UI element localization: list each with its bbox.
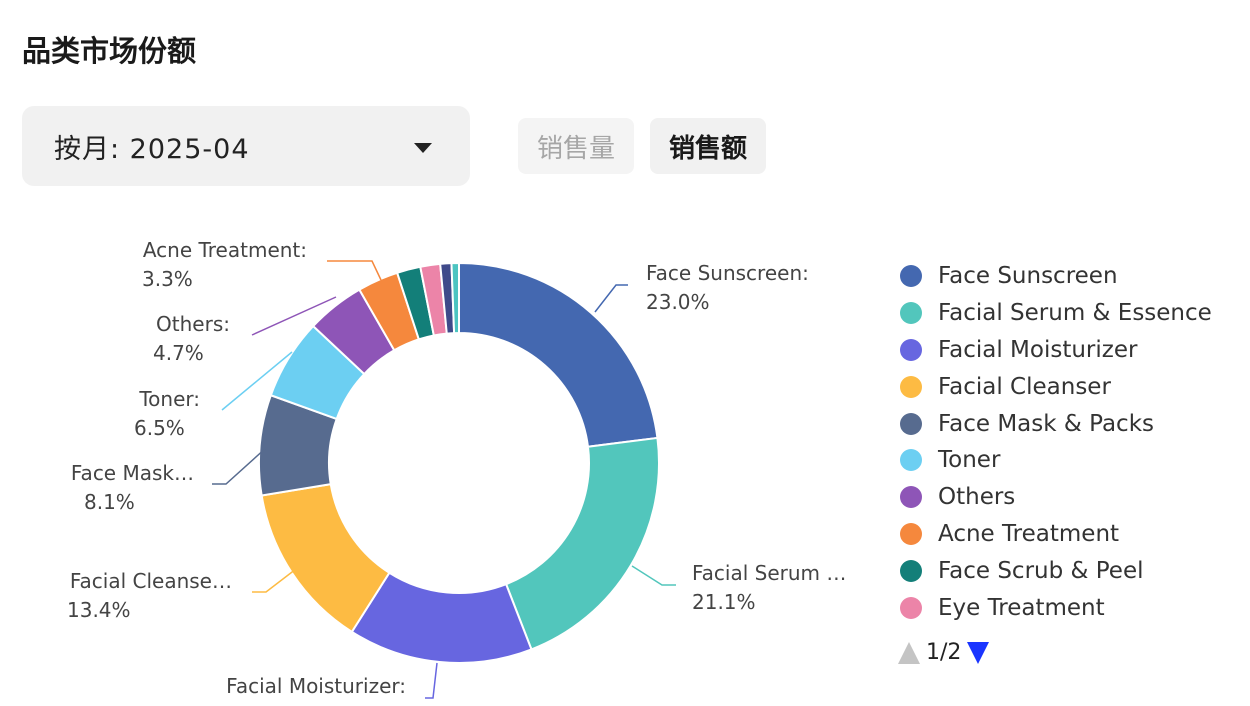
legend-item-facial-serum-and-essence[interactable]: Facial Serum & Essence: [900, 295, 1212, 332]
donut-chart: Face Sunscreen: 23.0% Facial Serum … 21.1% F…: [67, 238, 846, 699]
page-down-icon[interactable]: [967, 641, 990, 664]
legend-item-face-mask-and-packs[interactable]: Face Mask & Packs: [900, 405, 1212, 442]
caret-down-icon: [414, 143, 432, 153]
legend-label: Face Scrub & Peel: [938, 557, 1144, 584]
slice-percent-toner: 6.5%: [134, 416, 185, 440]
legend-swatch: [900, 302, 922, 325]
legend-label: Eye Treatment: [938, 594, 1105, 621]
legend-item-facial-moisturizer[interactable]: Facial Moisturizer: [900, 332, 1212, 369]
chart-legend: Face Sunscreen Facial Serum & Essence Faci…: [900, 258, 1212, 626]
legend-pager: 1/2: [898, 640, 990, 665]
sales-volume-button[interactable]: 销售量: [518, 118, 634, 174]
slice-label-acne-treatment: Acne Treatment:: [143, 238, 307, 262]
slice-label-facial-moisturizer: Facial Moisturizer:: [226, 674, 406, 698]
legend-swatch: [900, 412, 922, 435]
legend-label: Acne Treatment: [938, 520, 1120, 547]
legend-item-face-sunscreen[interactable]: Face Sunscreen: [900, 258, 1212, 295]
legend-label: Face Mask & Packs: [938, 410, 1154, 437]
legend-label: Facial Serum & Essence: [938, 300, 1212, 327]
legend-label: Face Sunscreen: [938, 263, 1118, 290]
slice-percent-facial-cleanser: 13.4%: [67, 598, 131, 622]
slice-percent-face-sunscreen: 23.0%: [646, 290, 710, 314]
legend-swatch: [900, 265, 922, 288]
legend-item-acne-treatment[interactable]: Acne Treatment: [900, 516, 1212, 553]
legend-item-eye-treatment[interactable]: Eye Treatment: [900, 589, 1212, 626]
leader-line-facial-serum-and-essence: [631, 565, 676, 586]
legend-page-indicator: 1/2: [926, 640, 962, 665]
legend-label: Others: [938, 484, 1016, 511]
legend-swatch: [900, 522, 922, 545]
page-up-icon[interactable]: [898, 641, 920, 664]
leader-line-face-sunscreen: [594, 284, 628, 313]
slice-percent-facial-serum-and-essence: 21.1%: [692, 590, 756, 614]
legend-swatch: [900, 559, 922, 582]
slice-facial-serum-and-essence[interactable]: [504, 436, 660, 651]
legend-item-others[interactable]: Others: [900, 479, 1212, 516]
page-title: 品类市场份额: [22, 34, 197, 68]
slice-percent-face-mask-and-packs: 8.1%: [84, 490, 135, 514]
legend-item-facial-cleanser[interactable]: Facial Cleanser: [900, 368, 1212, 405]
leader-line-acne-treatment: [327, 260, 382, 281]
legend-swatch: [900, 449, 922, 472]
legend-swatch: [900, 596, 922, 619]
legend-swatch: [900, 338, 922, 361]
month-select[interactable]: 按月: 2025-04: [22, 106, 470, 186]
leader-line-facial-cleanser: [252, 568, 297, 593]
slice-label-facial-cleanser: Facial Cleanse…: [70, 569, 232, 593]
legend-label: Facial Moisturizer: [938, 336, 1138, 363]
legend-swatch: [900, 486, 922, 509]
slice-face-sunscreen[interactable]: [458, 261, 659, 448]
slice-percent-others: 4.7%: [153, 341, 204, 365]
leader-line-facial-moisturizer: [425, 662, 438, 699]
legend-label: Toner: [938, 447, 1001, 474]
slice-label-others: Others:: [156, 312, 230, 336]
legend-swatch: [900, 375, 922, 398]
slice-label-face-sunscreen: Face Sunscreen:: [646, 261, 809, 285]
sales-amount-button[interactable]: 销售额: [650, 118, 766, 174]
slice-label-facial-serum-and-essence: Facial Serum …: [692, 561, 846, 585]
month-select-value: 按月: 2025-04: [54, 133, 250, 165]
slice-percent-acne-treatment: 3.3%: [142, 267, 193, 291]
legend-item-face-scrub-and-peel[interactable]: Face Scrub & Peel: [900, 552, 1212, 589]
slice-label-toner: Toner:: [138, 387, 200, 411]
slice-label-face-mask-and-packs: Face Mask…: [71, 461, 194, 485]
legend-label: Facial Cleanser: [938, 373, 1111, 400]
legend-item-toner[interactable]: Toner: [900, 442, 1212, 479]
